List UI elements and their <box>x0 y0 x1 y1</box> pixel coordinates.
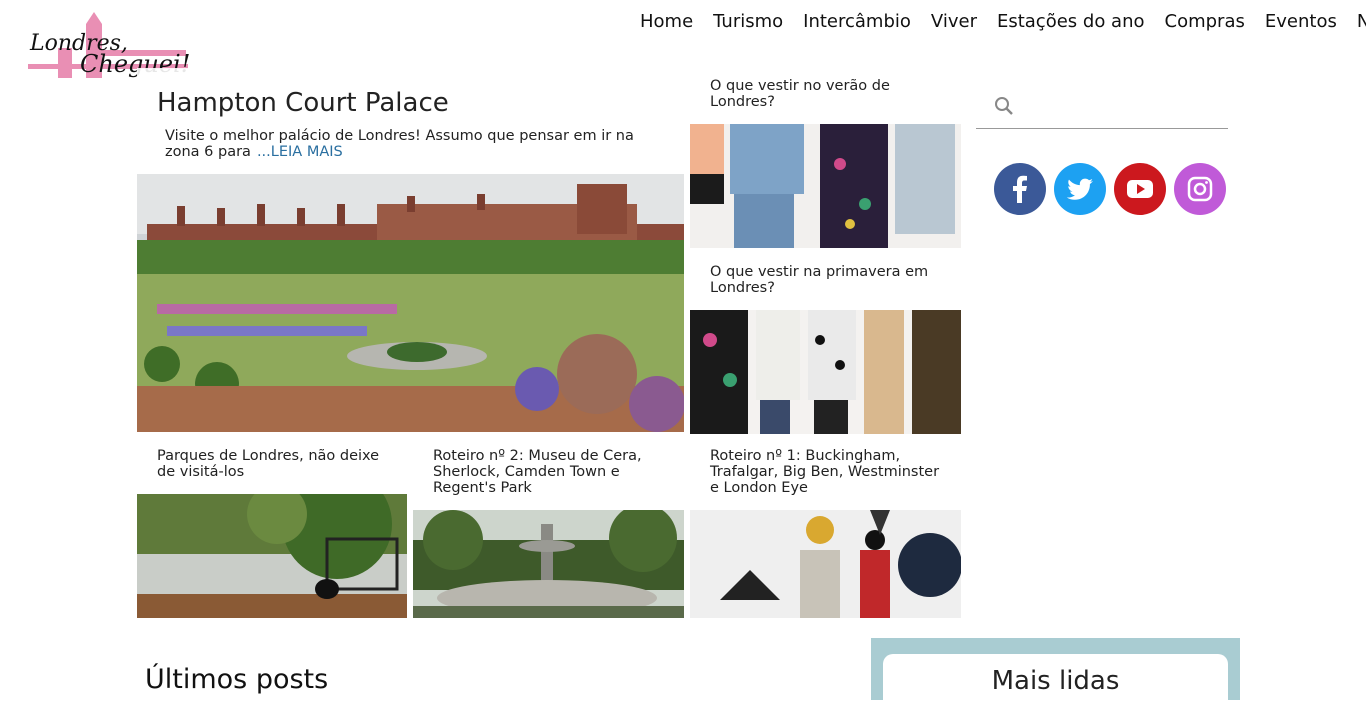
instagram-icon[interactable] <box>1174 163 1226 215</box>
search-field[interactable] <box>976 84 1228 129</box>
nav-news[interactable]: News <box>1357 11 1366 32</box>
main-nav: Home Turismo Intercâmbio Viver Estações … <box>640 11 1366 32</box>
post-image <box>690 124 961 248</box>
post-image <box>690 510 961 618</box>
hero-card[interactable]: Hampton Court Palace Visite o melhor pal… <box>137 68 684 432</box>
post-image <box>137 469 407 618</box>
hero-excerpt: Visite o melhor palácio de Londres! Assu… <box>157 128 666 160</box>
post-caption: Roteiro nº 1: Buckingham, Trafalgar, Big… <box>690 438 961 510</box>
youtube-icon[interactable] <box>1114 163 1166 215</box>
post-card[interactable]: Parques de Londres, não deixe de visitá-… <box>137 438 407 618</box>
post-card[interactable]: Roteiro nº 1: Buckingham, Trafalgar, Big… <box>690 438 961 618</box>
nav-viver[interactable]: Viver <box>931 11 977 32</box>
post-caption: Roteiro nº 2: Museu de Cera, Sherlock, C… <box>413 438 684 510</box>
post-card[interactable]: Roteiro nº 2: Museu de Cera, Sherlock, C… <box>413 438 684 618</box>
hero-excerpt-text: Visite o melhor palácio de Londres! Assu… <box>165 128 634 160</box>
latest-posts-heading: Últimos posts <box>145 664 329 695</box>
facebook-icon[interactable] <box>994 163 1046 215</box>
post-card[interactable]: O que vestir na primavera em Londres? <box>690 254 961 434</box>
nav-turismo[interactable]: Turismo <box>713 11 783 32</box>
nav-intercambio[interactable]: Intercâmbio <box>803 11 911 32</box>
most-read-box: Mais lidas <box>871 638 1240 714</box>
twitter-icon[interactable] <box>1054 163 1106 215</box>
nav-estacoes[interactable]: Estações do ano <box>997 11 1145 32</box>
post-caption: O que vestir na primavera em Londres? <box>690 254 961 310</box>
search-icon[interactable] <box>994 96 1014 116</box>
post-image <box>413 504 684 618</box>
hero-image <box>137 174 684 432</box>
most-read-header: Mais lidas <box>883 654 1228 714</box>
social-links <box>994 163 1226 215</box>
nav-compras[interactable]: Compras <box>1165 11 1245 32</box>
hero-title[interactable]: Hampton Court Palace <box>157 88 666 118</box>
post-caption: Parques de Londres, não deixe de visitá-… <box>137 438 407 494</box>
post-image <box>690 310 961 434</box>
post-caption: O que vestir no verão de Londres? <box>690 68 961 124</box>
post-card[interactable]: O que vestir no verão de Londres? <box>690 68 961 248</box>
nav-eventos[interactable]: Eventos <box>1265 11 1337 32</box>
nav-home[interactable]: Home <box>640 11 693 32</box>
read-more-link[interactable]: ...LEIA MAIS <box>257 144 343 160</box>
most-read-title: Mais lidas <box>991 666 1120 696</box>
